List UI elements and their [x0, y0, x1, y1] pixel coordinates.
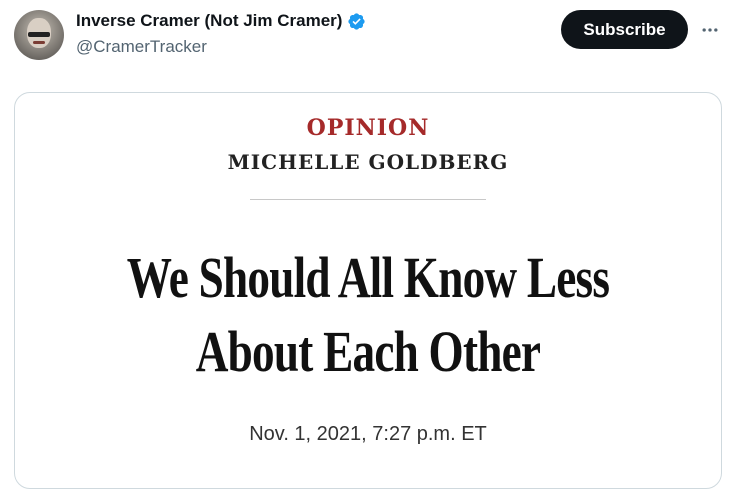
name-row: Inverse Cramer (Not Jim Cramer) [76, 11, 366, 31]
headline-line-1: We Should All Know Less [126, 245, 610, 310]
headline: We Should All Know Less About Each Other [93, 241, 644, 389]
more-options-icon [702, 28, 718, 32]
divider [250, 199, 486, 200]
section-label: OPINION [306, 115, 430, 141]
publish-date: Nov. 1, 2021, 7:27 p.m. ET [249, 423, 487, 445]
author-name: MICHELLE GOLDBERG [227, 150, 509, 174]
display-name[interactable]: Inverse Cramer (Not Jim Cramer) [76, 11, 342, 31]
headline-line-2: About Each Other [195, 319, 541, 384]
verified-badge-icon [348, 12, 366, 30]
handle[interactable]: @CramerTracker [76, 37, 207, 57]
avatar[interactable] [14, 10, 64, 60]
subscribe-button[interactable]: Subscribe [561, 10, 688, 49]
avatar-mouth [33, 41, 45, 44]
avatar-glasses [28, 32, 50, 37]
tweet-header: Inverse Cramer (Not Jim Cramer) @CramerT… [0, 0, 734, 70]
more-options-button[interactable] [697, 18, 723, 42]
article-card[interactable]: OPINION MICHELLE GOLDBERG We Should All … [14, 92, 722, 489]
